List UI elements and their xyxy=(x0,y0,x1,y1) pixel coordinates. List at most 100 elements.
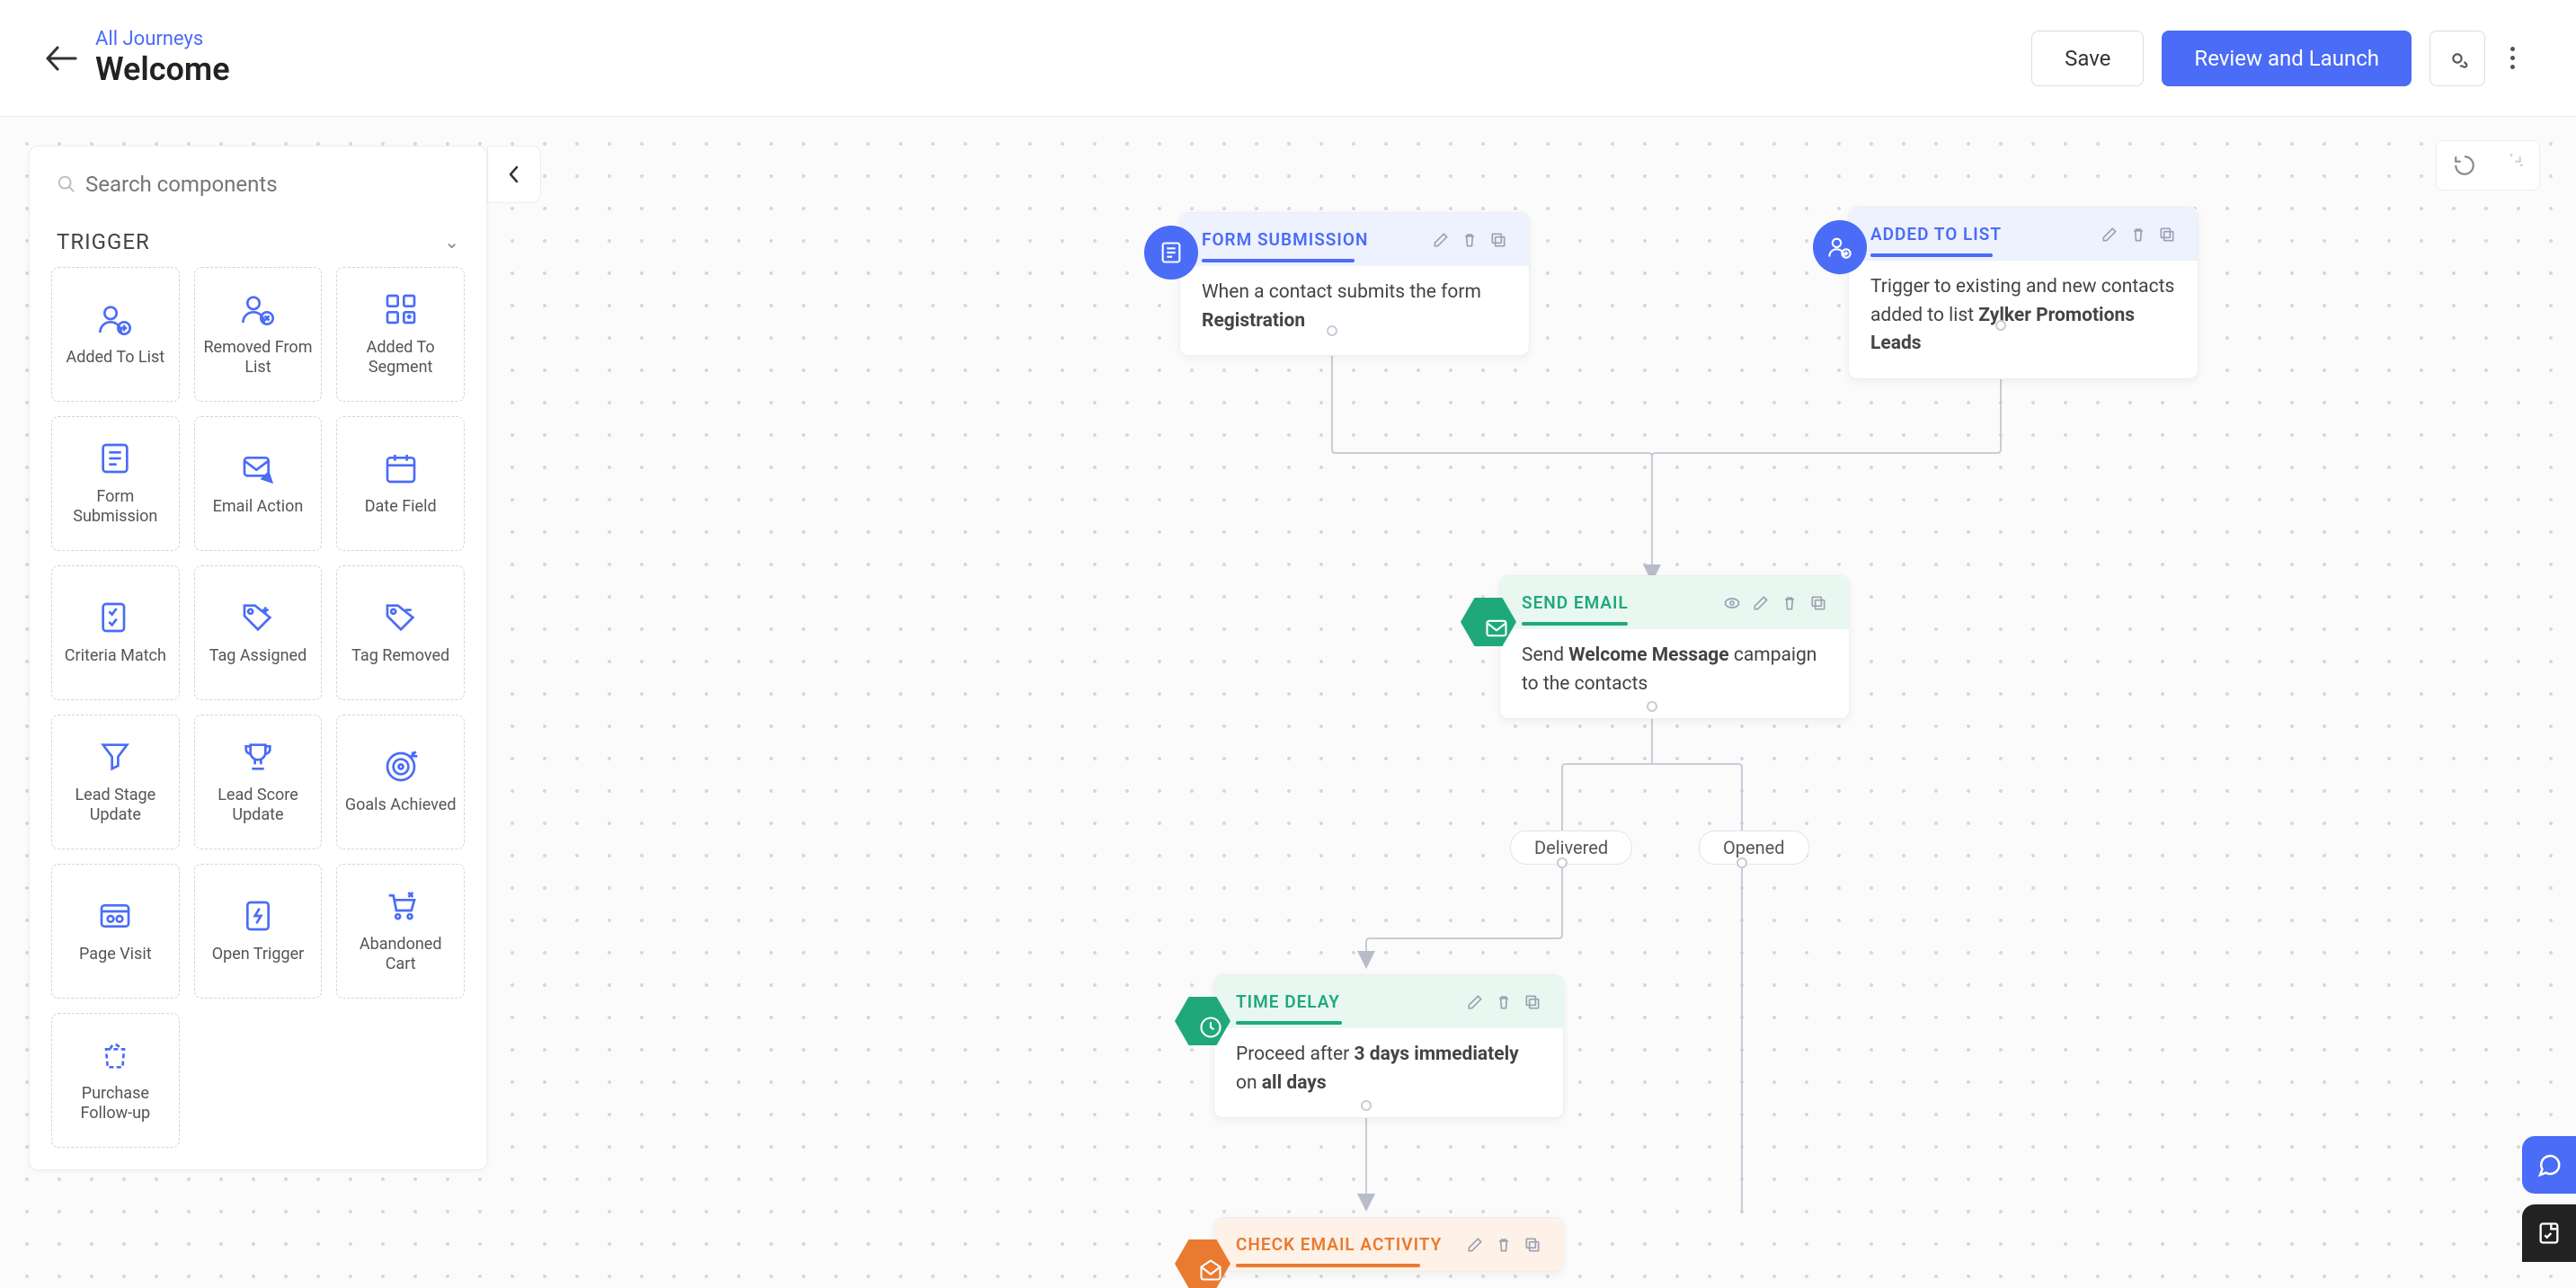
breadcrumb[interactable]: All Journeys xyxy=(95,28,230,50)
form-icon xyxy=(97,440,133,476)
edit-icon[interactable] xyxy=(1432,231,1450,249)
component-label: Tag Assigned xyxy=(209,646,307,667)
user-x-icon xyxy=(240,291,276,327)
calendar-icon xyxy=(383,450,419,486)
delete-icon[interactable] xyxy=(1461,231,1479,249)
save-button[interactable]: Save xyxy=(2031,31,2144,86)
tag-plus-icon xyxy=(240,600,276,635)
connector-dot[interactable] xyxy=(1327,325,1337,336)
branch-opened[interactable]: Opened xyxy=(1699,831,1809,865)
connector-dot[interactable] xyxy=(1361,1100,1372,1111)
delete-icon[interactable] xyxy=(2129,226,2147,244)
node-check-email[interactable]: CHECK EMAIL ACTIVITY xyxy=(1213,1217,1564,1272)
more-menu-button[interactable] xyxy=(2503,40,2522,76)
connector-dot[interactable] xyxy=(1647,701,1657,712)
page-title: Welcome xyxy=(95,50,230,88)
copy-icon[interactable] xyxy=(2158,226,2176,244)
node-body: Proceed after 3 days immediately on all … xyxy=(1214,1028,1563,1117)
component-tag-removed[interactable]: Tag Removed xyxy=(336,565,465,700)
node-added-to-list[interactable]: ADDED TO LIST Trigger to existing and ne… xyxy=(1848,207,2198,379)
component-added-to-list[interactable]: Added To List xyxy=(51,267,180,402)
node-time-delay[interactable]: TIME DELAY Proceed after 3 days immediat… xyxy=(1213,974,1564,1118)
node-bold: all days xyxy=(1262,1072,1327,1094)
panel-collapse-button[interactable] xyxy=(487,146,541,203)
delete-icon[interactable] xyxy=(1495,1236,1513,1254)
node-body: Send Welcome Message campaign to the con… xyxy=(1500,629,1849,718)
component-label: Open Trigger xyxy=(212,945,305,965)
component-label: Goals Achieved xyxy=(345,795,457,816)
chat-fab[interactable] xyxy=(2522,1136,2576,1194)
title-block: All Journeys Welcome xyxy=(95,28,230,88)
component-date-field[interactable]: Date Field xyxy=(336,416,465,551)
component-grid: Added To List Removed From List Added To… xyxy=(51,267,465,1148)
component-abandoned-cart[interactable]: Abandoned Cart xyxy=(336,864,465,999)
node-title: ADDED TO LIST xyxy=(1870,224,2002,244)
node-bold: Registration xyxy=(1202,310,1305,332)
connector-dot[interactable] xyxy=(1737,857,1747,868)
edit-icon[interactable] xyxy=(1466,993,1484,1011)
header-right: Save Review and Launch xyxy=(2031,31,2522,86)
copy-icon[interactable] xyxy=(1523,1236,1541,1254)
component-open-trigger[interactable]: Open Trigger xyxy=(194,864,323,999)
copy-icon[interactable] xyxy=(1489,231,1507,249)
note-icon xyxy=(2536,1221,2562,1246)
search-input[interactable] xyxy=(85,172,459,197)
component-added-to-segment[interactable]: Added To Segment xyxy=(336,267,465,402)
mail-click-icon xyxy=(240,450,276,486)
node-text: When a contact submits the form xyxy=(1202,281,1481,303)
component-purchase-followup[interactable]: Purchase Follow-up xyxy=(51,1013,180,1148)
component-label: Abandoned Cart xyxy=(344,935,457,975)
node-text: on xyxy=(1236,1072,1262,1094)
node-title: SEND EMAIL xyxy=(1522,592,1629,613)
node-bold: 3 days immediately xyxy=(1355,1044,1519,1065)
gear-icon xyxy=(2445,46,2470,71)
component-goals[interactable]: Goals Achieved xyxy=(336,715,465,849)
form-icon xyxy=(1144,226,1198,280)
node-text: Send xyxy=(1522,644,1568,666)
redo-button[interactable] xyxy=(2500,154,2523,177)
grid-plus-icon xyxy=(383,291,419,327)
edit-icon[interactable] xyxy=(2101,226,2119,244)
funnel-icon xyxy=(97,739,133,775)
component-removed-from-list[interactable]: Removed From List xyxy=(194,267,323,402)
connector-dot[interactable] xyxy=(1557,857,1568,868)
chevron-down-icon: ⌄ xyxy=(444,231,459,253)
delete-icon[interactable] xyxy=(1495,993,1513,1011)
node-title: CHECK EMAIL ACTIVITY xyxy=(1236,1234,1442,1255)
branch-delivered[interactable]: Delivered xyxy=(1510,831,1632,865)
cart-x-icon xyxy=(383,888,419,924)
browser-icon xyxy=(97,898,133,934)
preview-icon[interactable] xyxy=(1723,594,1741,612)
edit-icon[interactable] xyxy=(1466,1236,1484,1254)
copy-icon[interactable] xyxy=(1523,993,1541,1011)
settings-button[interactable] xyxy=(2429,31,2485,86)
back-arrow-icon[interactable] xyxy=(45,45,77,72)
component-lead-stage[interactable]: Lead Stage Update xyxy=(51,715,180,849)
component-lead-score[interactable]: Lead Score Update xyxy=(194,715,323,849)
component-page-visit[interactable]: Page Visit xyxy=(51,864,180,999)
component-label: Added To List xyxy=(66,348,164,369)
node-form-submission[interactable]: FORM SUBMISSION When a contact submits t… xyxy=(1179,212,1530,356)
component-label: Date Field xyxy=(365,497,437,518)
edit-icon[interactable] xyxy=(1752,594,1770,612)
node-title: FORM SUBMISSION xyxy=(1202,229,1368,250)
delete-icon[interactable] xyxy=(1781,594,1799,612)
component-criteria-match[interactable]: Criteria Match xyxy=(51,565,180,700)
copy-icon[interactable] xyxy=(1809,594,1827,612)
component-label: Removed From List xyxy=(202,338,315,378)
component-label: Page Visit xyxy=(79,945,152,965)
node-send-email[interactable]: SEND EMAIL Send Welcome Message campaign… xyxy=(1499,575,1850,719)
component-tag-assigned[interactable]: Tag Assigned xyxy=(194,565,323,700)
canvas[interactable]: TRIGGER ⌄ Added To List Removed From Lis… xyxy=(0,117,2576,1284)
component-email-action[interactable]: Email Action xyxy=(194,416,323,551)
component-form-submission[interactable]: Form Submission xyxy=(51,416,180,551)
notes-fab[interactable] xyxy=(2522,1204,2576,1262)
component-label: Added To Segment xyxy=(344,338,457,378)
review-launch-button[interactable]: Review and Launch xyxy=(2162,31,2412,86)
component-label: Tag Removed xyxy=(351,646,449,667)
connector-dot[interactable] xyxy=(1995,320,2006,331)
components-panel: TRIGGER ⌄ Added To List Removed From Lis… xyxy=(29,146,487,1170)
section-header[interactable]: TRIGGER ⌄ xyxy=(51,206,465,267)
component-label: Purchase Follow-up xyxy=(59,1084,172,1124)
undo-button[interactable] xyxy=(2453,154,2476,177)
